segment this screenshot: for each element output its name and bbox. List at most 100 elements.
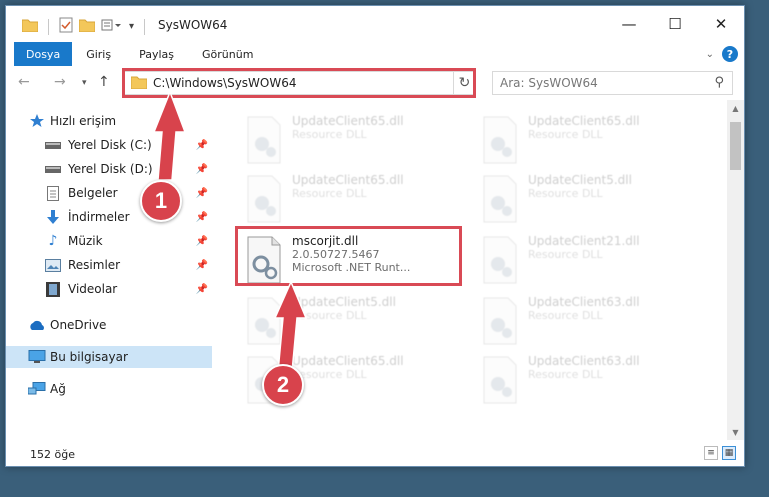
file-item[interactable]: UpdateClient5.dll Resource DLL bbox=[244, 295, 464, 351]
pin-icon: 📌 bbox=[195, 283, 208, 295]
pin-icon: 📌 bbox=[195, 163, 208, 175]
title-bar: ▾ SysWOW64 — ☐ ✕ bbox=[6, 6, 744, 42]
pin-icon: 📌 bbox=[195, 211, 208, 223]
search-input[interactable]: Ara: SysWOW64 ⚲ bbox=[492, 71, 733, 95]
scroll-thumb[interactable] bbox=[730, 122, 741, 170]
file-name: UpdateClient21.dll bbox=[528, 234, 640, 248]
cloud-icon bbox=[28, 320, 46, 331]
drive-icon bbox=[44, 164, 62, 174]
pin-icon: 📌 bbox=[195, 259, 208, 271]
file-item[interactable]: UpdateClient63.dll Resource DLL bbox=[480, 354, 700, 410]
sidebar-item-network[interactable]: Ağ bbox=[6, 378, 212, 400]
sidebar-item-local-disk-d[interactable]: Yerel Disk (D:) 📌 bbox=[6, 158, 212, 180]
window-controls: — ☐ ✕ bbox=[606, 6, 744, 42]
file-name: UpdateClient65.dll bbox=[528, 114, 640, 128]
sidebar-item-pictures[interactable]: Resimler 📌 bbox=[6, 254, 212, 276]
vertical-scrollbar[interactable]: ▲ ▼ bbox=[727, 100, 744, 440]
sidebar-item-label: Videolar bbox=[68, 282, 118, 296]
dll-file-icon bbox=[247, 116, 281, 164]
customize-toolbar-icon[interactable] bbox=[101, 18, 123, 35]
sidebar-item-label: Resimler bbox=[68, 258, 121, 272]
file-description: Resource DLL bbox=[528, 128, 603, 141]
pictures-icon bbox=[44, 258, 62, 272]
file-item[interactable]: UpdateClient63.dll Resource DLL bbox=[480, 295, 700, 351]
maximize-button[interactable]: ☐ bbox=[652, 6, 698, 42]
file-name: UpdateClient63.dll bbox=[528, 295, 640, 309]
view-switcher: ≡ ▦ bbox=[704, 446, 736, 460]
pin-icon: 📌 bbox=[195, 187, 208, 199]
scroll-down-icon[interactable]: ▼ bbox=[727, 424, 744, 440]
forward-icon[interactable]: → bbox=[54, 74, 66, 90]
step-2-badge: 2 bbox=[262, 364, 304, 406]
pin-icon: 📌 bbox=[195, 139, 208, 151]
dll-file-icon bbox=[483, 356, 517, 404]
minimize-button[interactable]: — bbox=[606, 6, 652, 42]
sidebar-item-local-disk-c[interactable]: Yerel Disk (C:) 📌 bbox=[6, 134, 212, 156]
tab-file[interactable]: Dosya bbox=[14, 42, 73, 66]
file-item[interactable]: UpdateClient21.dll Resource DLL bbox=[480, 234, 700, 290]
sidebar-item-label: Hızlı erişim bbox=[50, 114, 117, 128]
dll-file-icon bbox=[483, 116, 517, 164]
expand-ribbon-icon[interactable]: ⌄ bbox=[706, 49, 714, 60]
sidebar-item-label: OneDrive bbox=[50, 318, 107, 332]
file-item[interactable]: UpdateClient65.dll Resource DLL bbox=[480, 114, 700, 170]
star-icon bbox=[28, 114, 46, 128]
tab-share[interactable]: Paylaş bbox=[125, 42, 188, 66]
chevron-down-icon[interactable]: ▾ bbox=[129, 21, 134, 32]
sidebar-item-quick-access[interactable]: Hızlı erişim bbox=[6, 110, 212, 132]
file-item[interactable]: UpdateClient5.dll Resource DLL bbox=[480, 173, 700, 229]
dll-file-icon bbox=[483, 297, 517, 345]
help-icon[interactable]: ? bbox=[722, 46, 738, 62]
status-bar: 152 öğe bbox=[6, 442, 744, 466]
properties-icon[interactable] bbox=[59, 17, 73, 36]
file-description: Resource DLL bbox=[528, 187, 603, 200]
file-item[interactable]: UpdateClient65.dll Resource DLL bbox=[244, 114, 464, 170]
file-name: UpdateClient5.dll bbox=[292, 295, 396, 309]
ribbon-tabs: Dosya Giriş Paylaş Görünüm ⌄ ? bbox=[6, 42, 744, 66]
sidebar-item-downloads[interactable]: İndirmeler 📌 bbox=[6, 206, 212, 228]
back-icon[interactable]: ← bbox=[18, 74, 30, 90]
ribbon-right-controls: ⌄ ? bbox=[706, 46, 738, 62]
pin-icon: 📌 bbox=[195, 235, 208, 247]
file-description: Resource DLL bbox=[292, 368, 367, 381]
file-name: UpdateClient63.dll bbox=[528, 354, 640, 368]
close-button[interactable]: ✕ bbox=[698, 6, 744, 42]
sidebar-item-label: Bu bilgisayar bbox=[50, 350, 128, 364]
sidebar-item-videos[interactable]: Videolar 📌 bbox=[6, 278, 212, 300]
large-icons-view-icon[interactable]: ▦ bbox=[722, 446, 736, 460]
file-item[interactable]: UpdateClient65.dll Resource DLL bbox=[244, 173, 464, 229]
file-name: UpdateClient65.dll bbox=[292, 114, 404, 128]
up-icon[interactable]: ↑ bbox=[98, 74, 110, 90]
toolbar-divider bbox=[48, 18, 49, 35]
network-icon bbox=[28, 382, 46, 396]
new-folder-icon[interactable] bbox=[78, 18, 96, 35]
details-view-icon[interactable]: ≡ bbox=[704, 446, 718, 460]
sidebar-item-label: Yerel Disk (C:) bbox=[68, 138, 152, 152]
recent-locations-icon[interactable]: ▾ bbox=[82, 78, 87, 88]
scroll-up-icon[interactable]: ▲ bbox=[727, 100, 744, 116]
file-description: Resource DLL bbox=[528, 248, 603, 261]
sidebar-item-onedrive[interactable]: OneDrive bbox=[6, 314, 212, 336]
file-name: UpdateClient65.dll bbox=[292, 173, 404, 187]
download-icon bbox=[44, 210, 62, 224]
sidebar-item-label: Ağ bbox=[50, 382, 66, 396]
file-name: UpdateClient65.dll bbox=[292, 354, 404, 368]
sidebar-item-label: İndirmeler bbox=[68, 210, 130, 224]
file-description: Resource DLL bbox=[292, 309, 367, 322]
tab-view[interactable]: Görünüm bbox=[188, 42, 267, 66]
item-count: 152 öğe bbox=[30, 447, 75, 461]
sidebar-item-music[interactable]: ♪ Müzik 📌 bbox=[6, 230, 212, 252]
search-icon: ⚲ bbox=[714, 75, 724, 90]
videos-icon bbox=[44, 281, 62, 297]
dll-file-icon bbox=[483, 175, 517, 223]
sidebar-item-label: Yerel Disk (D:) bbox=[68, 162, 153, 176]
file-highlight-box bbox=[235, 226, 462, 286]
sidebar-item-this-pc[interactable]: Bu bilgisayar bbox=[6, 346, 212, 368]
sidebar-item-label: Belgeler bbox=[68, 186, 118, 200]
search-placeholder: Ara: SysWOW64 bbox=[500, 76, 598, 90]
folder-icon bbox=[21, 18, 39, 35]
file-name: UpdateClient5.dll bbox=[528, 173, 632, 187]
address-highlight-box bbox=[122, 68, 476, 98]
tab-home[interactable]: Giriş bbox=[72, 42, 125, 66]
music-icon: ♪ bbox=[48, 233, 58, 249]
